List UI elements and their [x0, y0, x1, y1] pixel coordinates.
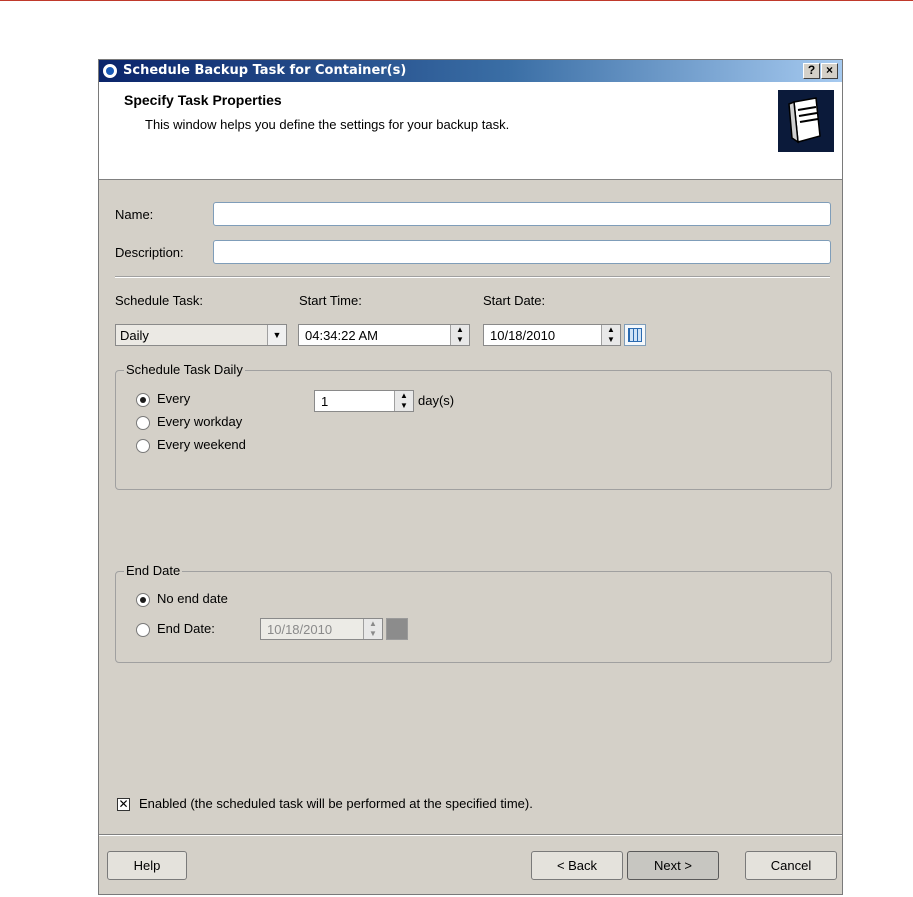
header-panel: Specify Task Properties This window help… — [99, 82, 842, 180]
start-time-spinner[interactable]: 04:34:22 AM ▲ ▼ — [298, 324, 470, 346]
calendar-icon — [386, 618, 408, 640]
description-input[interactable] — [213, 240, 831, 264]
start-date-label: Start Date: — [483, 293, 546, 308]
schedule-daily-legend: Schedule Task Daily — [124, 362, 245, 377]
spin-arrows-icon[interactable]: ▲ ▼ — [601, 325, 620, 345]
schedule-task-label: Schedule Task: — [115, 293, 203, 308]
name-label: Name: — [115, 207, 154, 222]
page-top-border — [0, 0, 913, 1]
schedule-task-select[interactable]: Daily ▼ — [115, 324, 287, 346]
every-weekend-radio[interactable] — [136, 439, 150, 453]
every-weekend-label: Every weekend — [157, 437, 246, 452]
close-button[interactable]: × — [821, 63, 838, 79]
header-title: Specify Task Properties — [124, 92, 282, 108]
chevron-down-icon[interactable]: ▼ — [267, 325, 286, 345]
spin-arrows-icon[interactable]: ▲ ▼ — [450, 325, 469, 345]
next-button[interactable]: Next > — [627, 851, 719, 880]
every-label: Every — [157, 391, 191, 406]
name-input[interactable] — [213, 202, 831, 226]
enabled-label: Enabled (the scheduled task will be perf… — [139, 796, 533, 811]
end-date-group: End Date No end date End Date: 10/18/201… — [115, 563, 832, 663]
schedule-task-value: Daily — [120, 328, 149, 343]
window-title: Schedule Backup Task for Container(s) — [123, 63, 407, 78]
help-title-button[interactable]: ? — [803, 63, 820, 79]
calendar-icon[interactable] — [624, 324, 646, 346]
cancel-button[interactable]: Cancel — [745, 851, 837, 880]
app-icon — [102, 63, 118, 79]
no-end-date-radio[interactable] — [136, 593, 150, 607]
days-unit-label: day(s) — [418, 393, 455, 408]
help-button[interactable]: Help — [107, 851, 187, 880]
dialog-window: Schedule Backup Task for Container(s) ? … — [98, 59, 843, 895]
every-days-value: 1 — [321, 394, 329, 409]
schedule-daily-group: Schedule Task Daily Every 1 ▲ ▼ day(s) Ev… — [115, 362, 832, 490]
no-end-date-label: No end date — [157, 591, 228, 606]
title-bar[interactable]: Schedule Backup Task for Container(s) ? … — [99, 60, 842, 82]
separator — [115, 276, 830, 278]
every-radio[interactable] — [136, 393, 150, 407]
header-subtitle: This window helps you define the setting… — [145, 117, 510, 132]
start-date-value: 10/18/2010 — [490, 328, 556, 343]
spin-arrows-icon[interactable]: ▲ ▼ — [394, 391, 413, 411]
every-workday-radio[interactable] — [136, 416, 150, 430]
spin-arrows-icon: ▲ ▼ — [363, 619, 382, 639]
end-date-legend: End Date — [124, 563, 183, 578]
start-time-value: 04:34:22 AM — [305, 328, 378, 343]
start-date-spinner[interactable]: 10/18/2010 ▲ ▼ — [483, 324, 621, 346]
every-days-spinner[interactable]: 1 ▲ ▼ — [314, 390, 414, 412]
end-date-label: End Date: — [157, 621, 215, 636]
description-label: Description: — [115, 245, 184, 260]
end-date-value: 10/18/2010 — [267, 622, 333, 637]
enabled-checkbox[interactable]: ✕ — [117, 798, 130, 811]
back-button[interactable]: < Back — [531, 851, 623, 880]
footer-separator — [99, 834, 842, 836]
end-date-spinner: 10/18/2010 ▲ ▼ — [260, 618, 383, 640]
end-date-radio[interactable] — [136, 623, 150, 637]
server-icon — [778, 90, 834, 152]
every-workday-label: Every workday — [157, 414, 243, 429]
start-time-label: Start Time: — [299, 293, 362, 308]
